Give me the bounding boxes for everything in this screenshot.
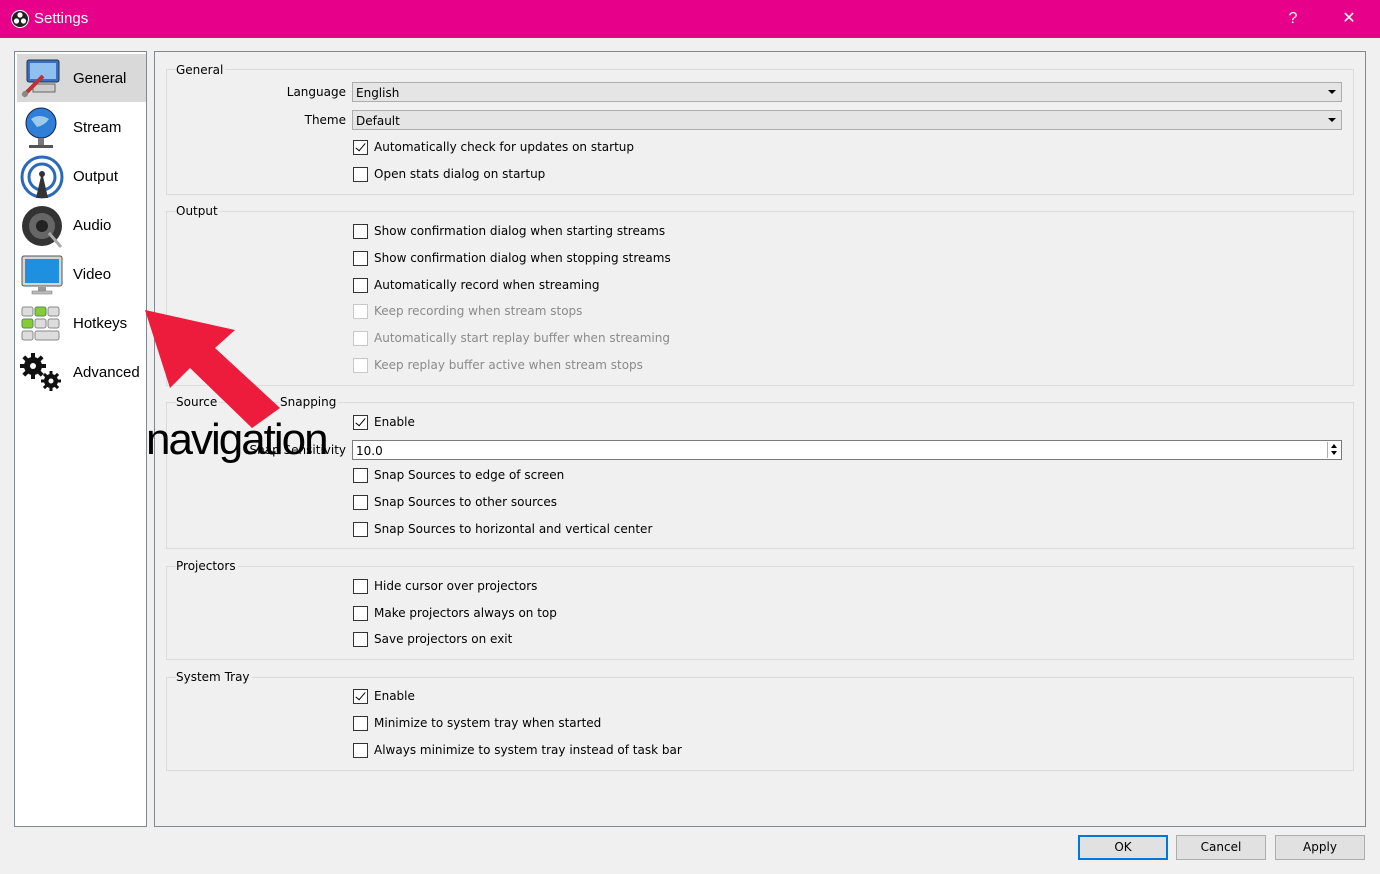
output-group	[166, 211, 1354, 386]
language-value: English	[356, 86, 400, 100]
checkbox-unchecked[interactable]	[353, 716, 368, 731]
checkbox-unchecked[interactable]	[353, 606, 368, 621]
sidebar-item-audio[interactable]: Audio	[17, 201, 146, 249]
checkbox-checked[interactable]	[353, 689, 368, 704]
checkbox-label: Minimize to system tray when started	[374, 716, 602, 730]
checkbox-unchecked[interactable]	[353, 251, 368, 266]
settings-sidebar: General Stream Output Audio Video Hotkey…	[14, 51, 147, 827]
sidebar-item-advanced[interactable]: Advanced	[17, 348, 146, 396]
obs-logo-icon	[11, 10, 29, 28]
checkbox-label: Automatically start replay buffer when s…	[374, 331, 670, 345]
checkbox-unchecked[interactable]	[353, 579, 368, 594]
checkbox-disabled	[353, 358, 368, 373]
chevron-down-icon	[1328, 90, 1336, 94]
title-bar: Settings ? ✕	[0, 0, 1380, 38]
hotkeys-keyboard-icon	[21, 306, 60, 341]
language-label: Language	[286, 85, 346, 99]
checkbox-label: Open stats dialog on startup	[374, 167, 546, 181]
sidebar-item-general[interactable]: General	[17, 54, 146, 102]
checkbox-label: Keep replay buffer active when stream st…	[374, 358, 643, 372]
sidebar-item-label: Hotkeys	[73, 315, 128, 332]
checkbox-disabled	[353, 304, 368, 319]
sidebar-item-hotkeys[interactable]: Hotkeys	[17, 299, 146, 347]
checkbox-label: Enable	[374, 415, 415, 429]
checkbox-unchecked[interactable]	[353, 167, 368, 182]
checkbox-label: Save projectors on exit	[374, 632, 513, 646]
system-tray-group	[166, 677, 1354, 771]
cancel-button[interactable]: Cancel	[1176, 835, 1266, 860]
sidebar-item-stream[interactable]: Stream	[17, 103, 146, 151]
checkbox-label: Make projectors always on top	[374, 606, 557, 620]
checkbox-label: Automatically record when streaming	[374, 278, 600, 292]
theme-value: Default	[356, 114, 400, 128]
checkbox-unchecked[interactable]	[353, 522, 368, 537]
checkbox-unchecked[interactable]	[353, 468, 368, 483]
sidebar-item-label: General	[73, 70, 127, 87]
checkbox-checked[interactable]	[353, 140, 368, 155]
theme-select[interactable]: Default	[352, 110, 1342, 130]
checkbox-label: Hide cursor over projectors	[374, 579, 538, 593]
snap-sensitivity-spinbox[interactable]: 10.0	[352, 440, 1342, 460]
window-title: Settings	[34, 10, 89, 27]
help-button[interactable]: ?	[1270, 0, 1316, 38]
close-button[interactable]: ✕	[1326, 0, 1372, 38]
general-icon	[21, 59, 60, 98]
sidebar-item-output[interactable]: Output	[17, 152, 146, 200]
sidebar-item-label: Advanced	[73, 364, 140, 381]
ok-button[interactable]: OK	[1078, 835, 1168, 860]
checkbox-unchecked[interactable]	[353, 743, 368, 758]
checkbox-disabled	[353, 331, 368, 346]
output-group-title: Output	[176, 204, 220, 218]
video-monitor-icon	[21, 255, 63, 295]
checkbox-label: Enable	[374, 689, 415, 703]
audio-speaker-icon	[22, 206, 63, 248]
projectors-group-title: Projectors	[176, 559, 238, 573]
snapping-group	[166, 402, 1354, 549]
stream-globe-icon	[25, 107, 57, 148]
system-tray-group-title: System Tray	[176, 670, 252, 684]
language-select[interactable]: English	[352, 82, 1342, 102]
checkbox-unchecked[interactable]	[353, 278, 368, 293]
checkbox-label: Snap Sources to horizontal and vertical …	[374, 522, 653, 536]
checkbox-checked[interactable]	[353, 415, 368, 430]
checkbox-label: Show confirmation dialog when stopping s…	[374, 251, 671, 265]
advanced-gears-icon	[20, 353, 61, 391]
chevron-down-icon	[1328, 118, 1336, 122]
snap-sensitivity-value: 10.0	[356, 444, 383, 458]
sidebar-item-video[interactable]: Video	[17, 250, 146, 298]
spin-up-icon[interactable]	[1331, 444, 1337, 448]
checkbox-label: Snap Sources to other sources	[374, 495, 558, 509]
checkbox-unchecked[interactable]	[353, 632, 368, 647]
spin-down-icon[interactable]	[1331, 451, 1337, 455]
annotation-arrow-icon	[145, 310, 280, 428]
checkbox-label: Automatically check for updates on start…	[374, 140, 635, 154]
sidebar-item-label: Stream	[73, 119, 122, 136]
theme-label: Theme	[304, 113, 346, 127]
apply-button[interactable]: Apply	[1275, 835, 1365, 860]
general-group-title: General	[176, 63, 226, 77]
spin-buttons[interactable]	[1327, 442, 1340, 458]
sidebar-item-label: Audio	[73, 217, 112, 234]
annotation-label: navigation	[146, 415, 329, 464]
projectors-group	[166, 566, 1354, 660]
checkbox-label: Keep recording when stream stops	[374, 304, 583, 318]
sidebar-item-label: Video	[73, 266, 112, 283]
checkbox-label: Always minimize to system tray instead o…	[374, 743, 682, 757]
checkbox-unchecked[interactable]	[353, 224, 368, 239]
output-broadcast-icon	[20, 155, 64, 199]
checkbox-label: Show confirmation dialog when starting s…	[374, 224, 666, 238]
checkbox-unchecked[interactable]	[353, 495, 368, 510]
sidebar-item-label: Output	[73, 168, 119, 185]
checkbox-label: Snap Sources to edge of screen	[374, 468, 565, 482]
